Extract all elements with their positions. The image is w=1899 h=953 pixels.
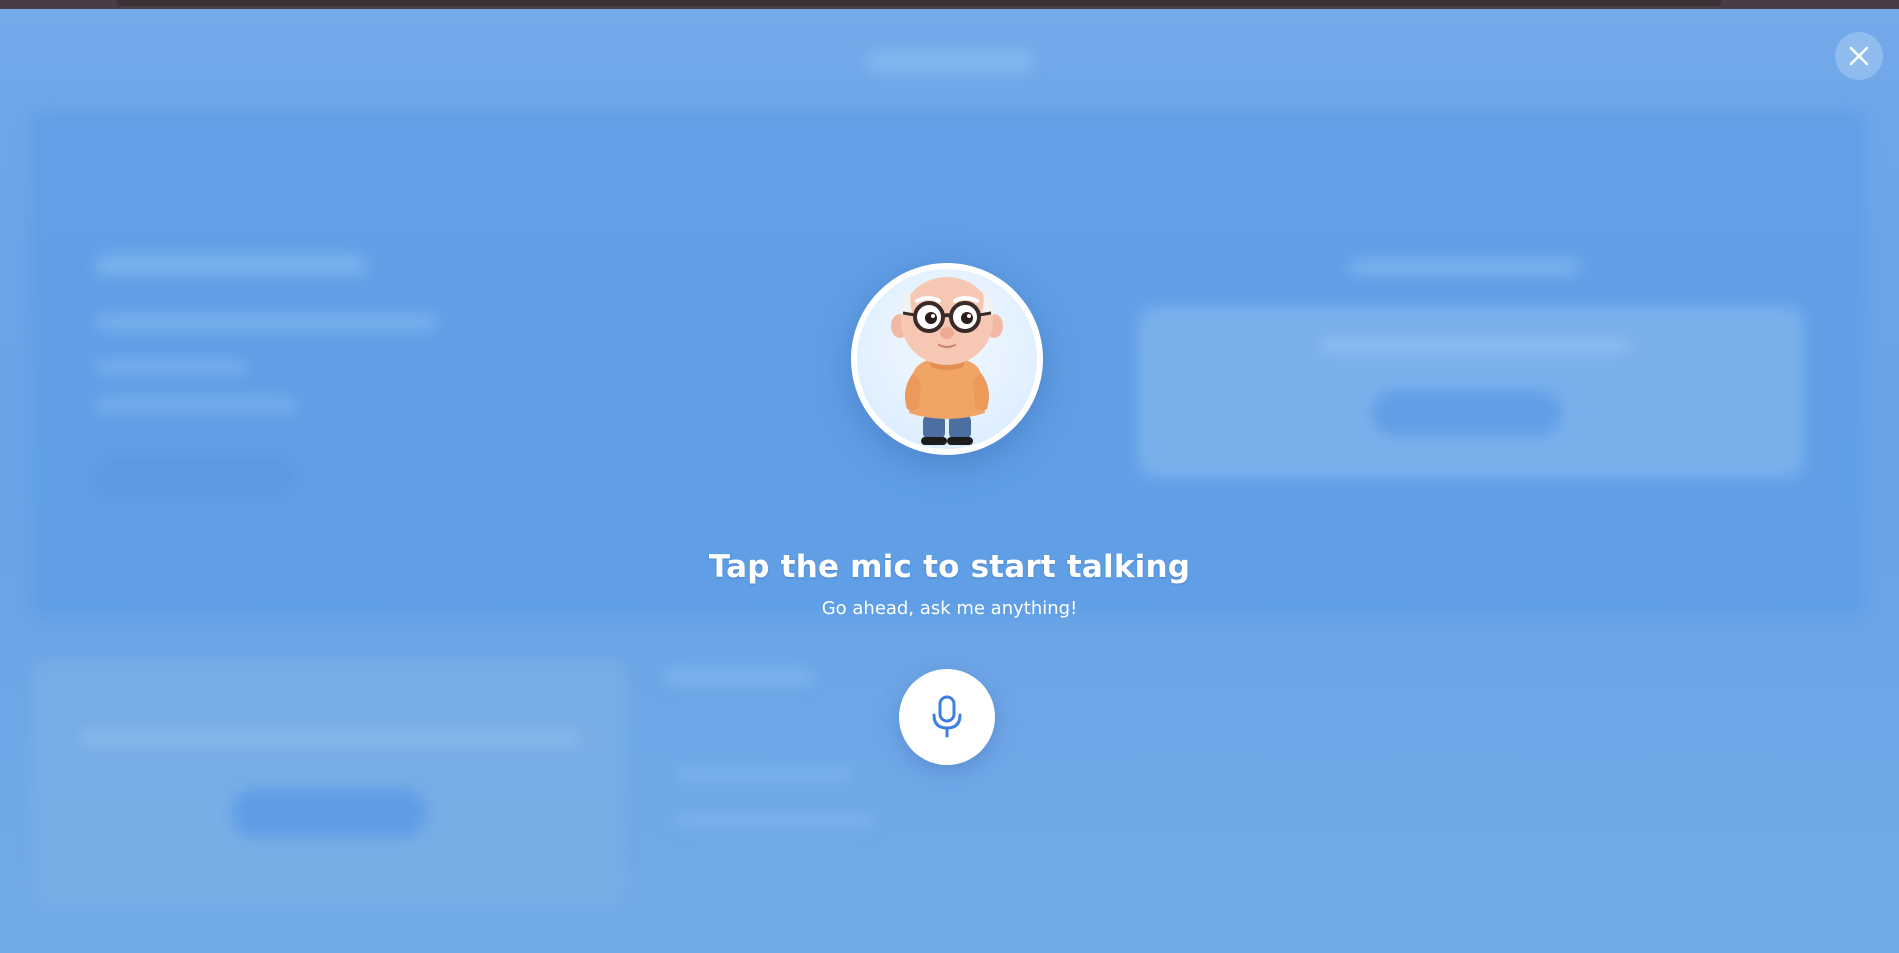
bg-button <box>92 455 298 499</box>
bg-header-title <box>866 51 1034 73</box>
bg-text-line <box>674 769 854 781</box>
bg-text-line <box>96 361 246 373</box>
bg-button <box>1372 391 1562 435</box>
bg-text-line <box>96 255 366 275</box>
character-illustration <box>891 277 1003 445</box>
modal-title: Tap the mic to start talking <box>708 549 1191 585</box>
bg-text-line <box>674 815 874 827</box>
bg-card <box>32 661 626 907</box>
modal-subtitle: Go ahead, ask me anything! <box>821 598 1078 619</box>
microphone-icon <box>932 695 962 738</box>
microphone-button[interactable] <box>899 669 995 765</box>
close-icon <box>1849 46 1869 66</box>
browser-top-bar-inner <box>117 0 1721 6</box>
blurred-background-page <box>0 9 1899 953</box>
browser-top-bar <box>0 0 1899 9</box>
bg-text-line <box>80 731 580 745</box>
bg-text-line <box>96 399 296 411</box>
bg-text-line <box>96 315 436 329</box>
character-avatar <box>851 263 1043 455</box>
bg-text-line <box>1320 339 1630 353</box>
modal-backdrop <box>0 9 1899 953</box>
close-button[interactable] <box>1835 32 1883 80</box>
bg-text-line <box>1350 259 1580 275</box>
bg-text-line <box>664 669 814 685</box>
bg-button <box>232 789 426 837</box>
